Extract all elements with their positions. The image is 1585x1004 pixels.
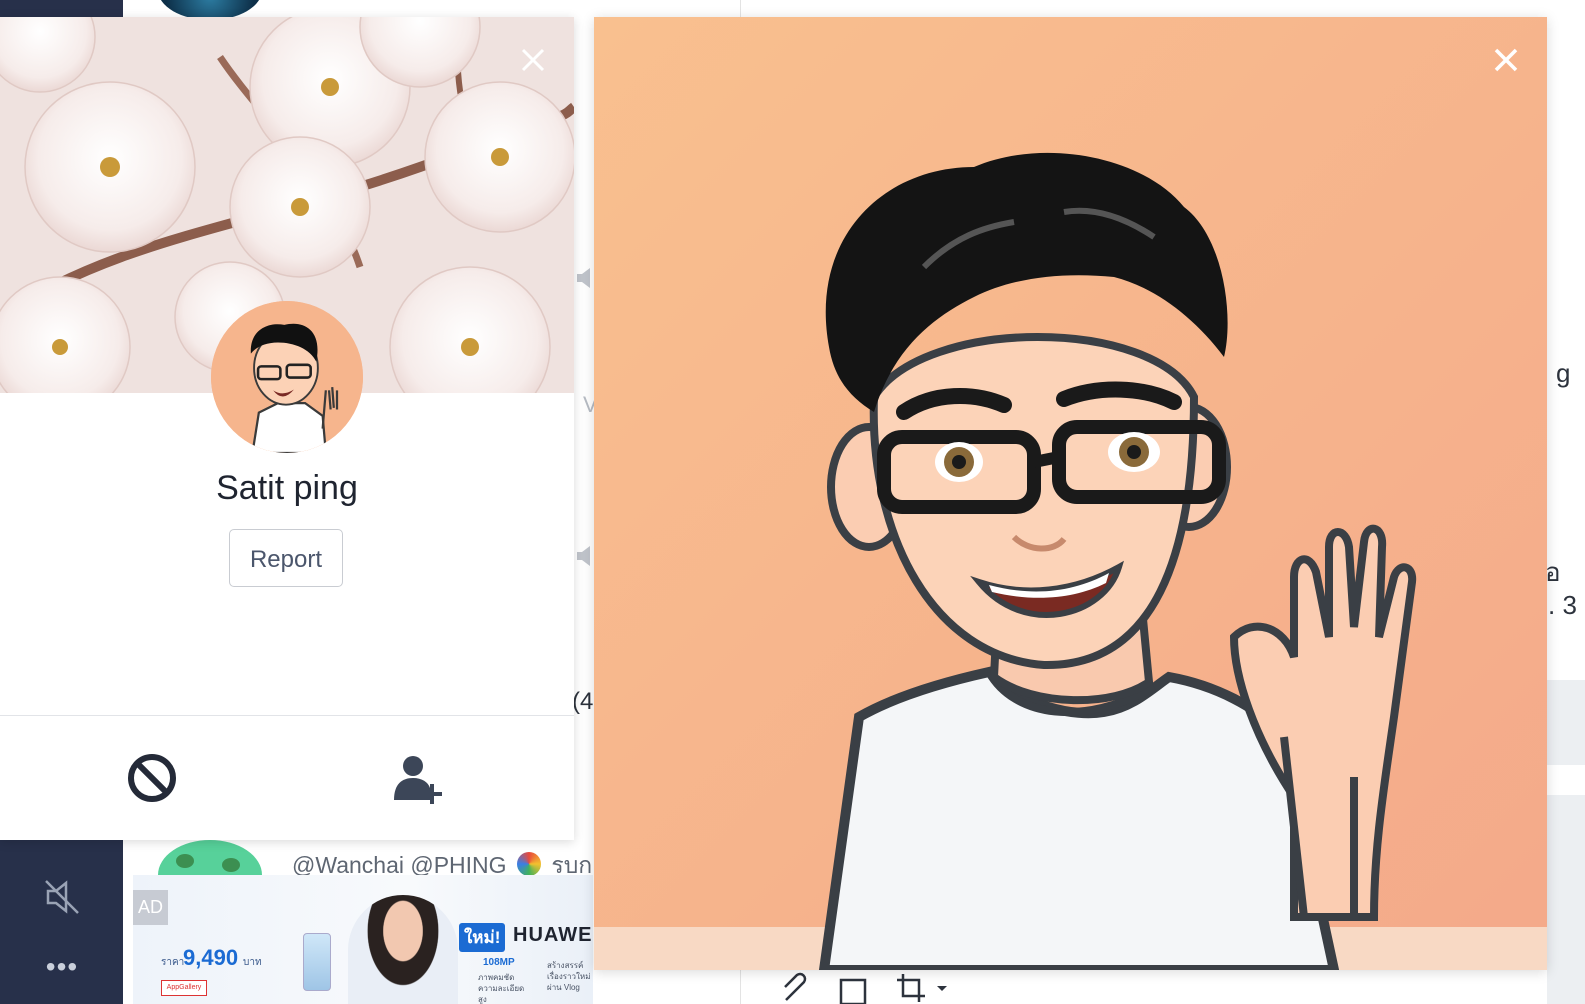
ad-appgallery-badge: AppGallery — [161, 980, 207, 996]
report-button[interactable]: Report — [229, 529, 343, 587]
add-friend-button[interactable] — [392, 752, 446, 804]
lollipop-emoji-icon — [516, 852, 541, 876]
viewer-close-button[interactable] — [1488, 42, 1524, 78]
ad-model-image — [348, 895, 458, 1004]
crop-icon[interactable] — [895, 970, 955, 1004]
profile-popup: Satit ping Report — [0, 17, 574, 840]
screenshot-icon[interactable] — [838, 970, 872, 1004]
profile-avatar[interactable] — [211, 301, 363, 453]
close-icon — [521, 48, 545, 72]
muted-icon — [577, 268, 590, 288]
profile-photo-large — [594, 17, 1547, 970]
close-icon — [1494, 48, 1518, 72]
unread-count-fragment: (4 — [572, 688, 594, 715]
close-button[interactable] — [516, 43, 550, 77]
divider — [0, 715, 574, 716]
mute-icon[interactable] — [40, 875, 84, 919]
muted-icon — [577, 546, 590, 566]
ad-spec-camera-sub: ภาพคมชัด ความละเอียดสูง — [478, 973, 525, 1004]
ad-price-unit: บาท — [243, 957, 262, 968]
ad-new-label: ใหม่! — [459, 923, 506, 952]
message-fragment: ้อ — [1545, 557, 1561, 587]
ad-brand: HUAWEI — [513, 924, 593, 946]
photo-viewer — [594, 17, 1547, 970]
ad-price-label: ราคา — [161, 957, 185, 968]
ad-price: 9,490 — [183, 945, 239, 970]
message-bubble — [1547, 795, 1585, 1004]
attach-icon[interactable] — [780, 970, 814, 1004]
ad-spec-vlog: สร้างสรรค์ เรื่องราวใหม่ ผ่าน Vlog — [547, 961, 591, 992]
block-icon — [128, 754, 176, 802]
conversation-area — [1547, 765, 1585, 795]
add-friend-icon — [394, 756, 442, 804]
more-icon[interactable]: ••• — [40, 953, 84, 981]
message-bubble — [1547, 680, 1585, 765]
ad-badge: AD — [133, 890, 168, 925]
ad-banner[interactable]: AD ราคา 9,490 บาท AppGallery ใหม่! HUAWE… — [133, 875, 593, 1004]
message-fragment: . 3 — [1548, 590, 1577, 620]
message-fragment: g — [1556, 358, 1571, 388]
ad-phone-image — [303, 933, 331, 991]
block-button[interactable] — [126, 752, 178, 804]
ad-spec-camera: 108MP — [483, 957, 515, 968]
profile-name: Satit ping — [216, 469, 358, 507]
